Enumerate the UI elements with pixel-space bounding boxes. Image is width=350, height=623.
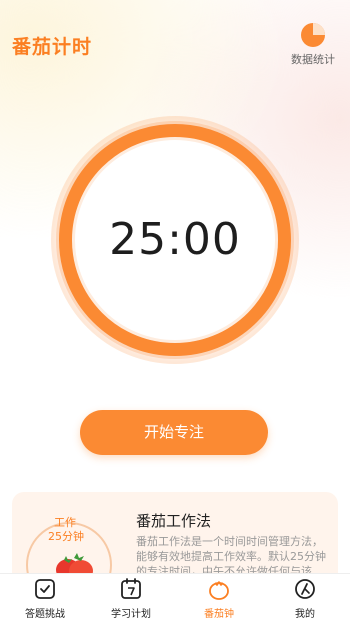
bottom-tab-bar: 答题挑战 学习计划 番茄钟 我的 — [0, 573, 350, 623]
tab-pomodoro[interactable]: 番茄钟 — [184, 578, 254, 620]
tab-pomodoro-label: 番茄钟 — [204, 609, 234, 620]
start-focus-button[interactable]: 开始专注 — [80, 410, 268, 455]
quiz-icon — [35, 579, 55, 599]
stats-label: 数据统计 — [291, 53, 335, 66]
tomato-icon — [209, 581, 229, 600]
timer-display: 25:00 — [109, 214, 241, 265]
header: 番茄计时 数据统计 — [0, 0, 350, 90]
timer-dial: 25:00 — [51, 116, 299, 364]
tab-profile[interactable]: 我的 — [270, 578, 340, 620]
page-title: 番茄计时 — [12, 36, 93, 58]
tab-study-plan[interactable]: 学习计划 — [96, 578, 166, 620]
illustration-minutes-label: 25分钟 — [48, 530, 84, 543]
tab-quiz-label: 答题挑战 — [25, 609, 65, 620]
tab-profile-label: 我的 — [295, 609, 315, 620]
info-title: 番茄工作法 — [136, 512, 212, 530]
calendar-icon — [121, 578, 141, 599]
stats-button[interactable]: 数据统计 — [288, 22, 338, 67]
tab-quiz[interactable]: 答题挑战 — [10, 578, 80, 620]
pie-chart-icon — [301, 23, 325, 47]
tab-study-plan-label: 学习计划 — [111, 609, 151, 620]
profile-icon — [295, 579, 315, 599]
